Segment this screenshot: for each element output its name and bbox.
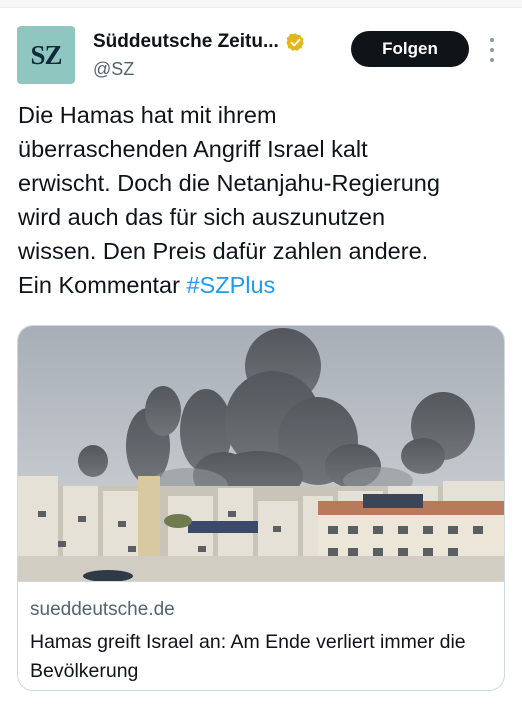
tweet-line-last: Ein Kommentar #SZPlus (18, 268, 513, 302)
hashtag-link[interactable]: #SZPlus (186, 272, 275, 298)
more-dot (490, 48, 494, 52)
tweet-line: wissen. Den Preis dafür zahlen andere. (18, 238, 429, 264)
more-dot (490, 58, 494, 62)
display-name[interactable]: Süddeutsche Zeitu... (93, 31, 279, 53)
link-card-meta: sueddeutsche.de Hamas greift Israel an: … (18, 581, 504, 690)
top-divider (0, 0, 522, 8)
more-options-icon[interactable] (484, 38, 500, 62)
display-name-row: Süddeutsche Zeitu... (93, 29, 343, 55)
tweet-header: SZ Süddeutsche Zeitu... @SZ Folgen (0, 8, 522, 92)
more-dot (490, 38, 494, 42)
avatar[interactable]: SZ (17, 26, 75, 84)
avatar-logo-text: SZ (30, 39, 62, 70)
tweet-text: Die Hamas hat mit ihrem überraschenden A… (18, 98, 513, 302)
tweet-line: wird auch das für sich auszunutzen (18, 204, 386, 230)
article-image[interactable] (18, 326, 504, 581)
tweet-line: erwischt. Doch die Netanjahu-Regierung (18, 170, 440, 196)
tweet-line: Die Hamas hat mit ihrem (18, 102, 277, 128)
account-handle[interactable]: @SZ (93, 59, 343, 80)
link-preview-card[interactable]: sueddeutsche.de Hamas greift Israel an: … (17, 325, 505, 691)
link-title[interactable]: Hamas greift Israel an: Am Ende verliert… (30, 628, 498, 686)
tweet-line: überraschenden Angriff Israel kalt (18, 136, 368, 162)
tweet-line: Ein Kommentar (18, 272, 187, 298)
account-names: Süddeutsche Zeitu... @SZ (93, 29, 343, 80)
link-domain: sueddeutsche.de (30, 599, 175, 620)
follow-button[interactable]: Folgen (351, 31, 469, 67)
verified-badge-icon[interactable] (285, 32, 306, 53)
